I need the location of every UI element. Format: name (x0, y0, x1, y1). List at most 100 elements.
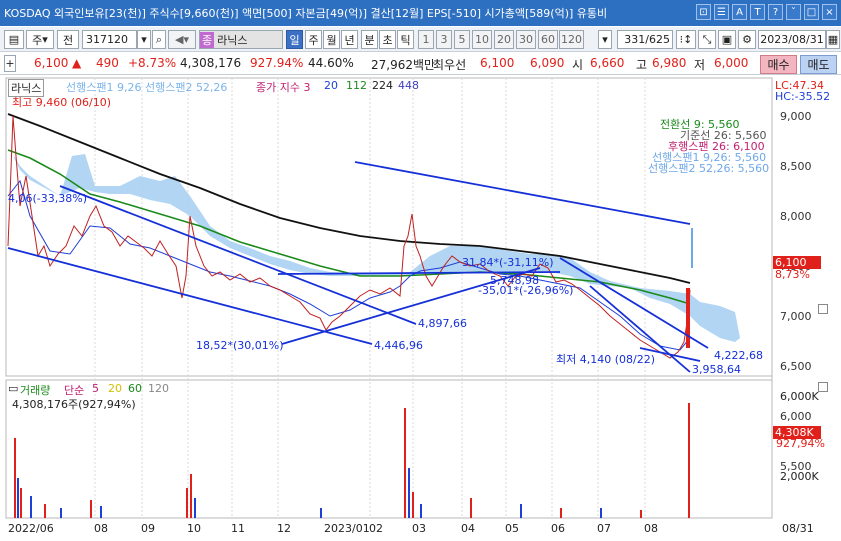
interval-3[interactable]: 3 (436, 30, 452, 49)
volume-bar (60, 508, 62, 518)
sound-icon[interactable]: ◀▾ (168, 30, 196, 49)
price-axis-label: 8,500 (780, 160, 812, 173)
ma-448-legend: 448 (398, 79, 419, 92)
search-icon[interactable]: ⌕ (152, 30, 166, 49)
volume-bar (186, 488, 188, 518)
alltime-low-label: 최저 4,140 (08/22) (556, 353, 656, 366)
code-dropdown-icon[interactable]: ▾ (137, 30, 151, 49)
help-icon[interactable]: ? (768, 4, 783, 20)
quote-row: + 6,100 ▲ 490 +8.73% 4,308,176 927.94% 4… (0, 53, 841, 75)
interval-60[interactable]: 60 (538, 30, 558, 49)
chart-area[interactable]: 9,000 8,500 8,000 7,500 7,000 6,500 6,00… (0, 76, 841, 541)
x-axis-label: 11 (231, 522, 245, 535)
price-axis-label: 7,000 (780, 310, 812, 323)
price-axis-label: 6,000 (780, 410, 812, 423)
calendar-icon[interactable]: ▦ (826, 30, 840, 49)
layout-icon[interactable]: ⊡ (696, 4, 711, 20)
interval-1[interactable]: 1 (418, 30, 434, 49)
open-price: 6,660 (590, 56, 625, 70)
x-axis-label: 10 (187, 522, 201, 535)
volume-ma-60: 60 (128, 382, 142, 395)
volume-bar (640, 510, 642, 518)
price-axis-label: 9,000 (780, 110, 812, 123)
menu-icon[interactable]: ☰ (714, 4, 729, 20)
price-axis-label: 6,500 (780, 360, 812, 373)
page-field[interactable]: 331 /625 (617, 30, 673, 49)
volume-title-icon: ▭ (8, 382, 19, 395)
code-input[interactable]: 317120 (82, 30, 137, 49)
alltime-high-label: 최고 9,460 (06/10) (12, 96, 112, 109)
interval-120[interactable]: 120 (559, 30, 584, 49)
volume-bar (194, 498, 196, 518)
minimize-icon[interactable]: ˇ (786, 4, 801, 20)
volume-bar (17, 478, 19, 518)
settings-icon[interactable]: ⚙ (738, 30, 756, 49)
window-title: KOSDAQ 외국인보유[23(천)] 주식수[9,660(천)] 액면[500… (4, 7, 608, 20)
x-axis-end-label: 08/31 (782, 522, 814, 535)
page-total: /625 (645, 33, 670, 46)
interval-10[interactable]: 10 (472, 30, 492, 49)
ask-price: 6,100 (480, 56, 515, 70)
lagging-span-end (691, 228, 693, 268)
interval-dropdown-icon[interactable]: ▾ (598, 30, 612, 49)
stock-name: 라닉스 (217, 33, 248, 47)
volume-badge-pct: 927,94% (776, 437, 825, 450)
buy-button[interactable]: 매수 (760, 55, 797, 74)
interval-20[interactable]: 20 (494, 30, 514, 49)
volume-bar (14, 438, 16, 518)
volume-ma-20: 20 (108, 382, 122, 395)
x-axis-label: 12 (277, 522, 291, 535)
volume-bar (190, 474, 192, 518)
prev-button[interactable]: 전 (57, 30, 79, 49)
x-axis-label: 09 (141, 522, 155, 535)
maximize-icon[interactable]: □ (804, 4, 819, 20)
volume-value: 4,308,176주(927,94%) (12, 398, 136, 411)
font-a-icon[interactable]: A (732, 4, 747, 20)
x-axis-label: 2022/06 (8, 522, 54, 535)
expand-icon[interactable]: + (4, 55, 16, 72)
x-axis-label: 2023/01 (324, 522, 370, 535)
period-second[interactable]: 초 (379, 30, 396, 49)
interval-30[interactable]: 30 (516, 30, 536, 49)
sell-button[interactable]: 매도 (800, 55, 837, 74)
volume-ma-120: 120 (148, 382, 169, 395)
volume-bar (20, 488, 22, 518)
period-minute[interactable]: 분 (361, 30, 378, 49)
font-t-icon[interactable]: T (750, 4, 765, 20)
price-panel-collapse-icon[interactable] (818, 304, 828, 314)
stock-name-field[interactable]: 종 라닉스 (199, 30, 283, 49)
period-day[interactable]: 일 (286, 30, 303, 49)
span-legend: 선행스팬1 9,26 선행스팬2 52,26 (66, 81, 228, 94)
ichimoku-span2: 선행스팬2 52,26: 5,560 (648, 162, 770, 175)
page-number: 331 (624, 33, 646, 46)
period-week[interactable]: 주 (305, 30, 322, 49)
interval-5[interactable]: 5 (454, 30, 470, 49)
low-label: 저 (694, 58, 706, 72)
ma-20-legend: 20 (324, 79, 338, 92)
annotation: 4,446,96 (374, 339, 423, 352)
date-field[interactable]: 2023/08/31 (758, 30, 826, 49)
period-month[interactable]: 월 (323, 30, 340, 49)
last-candle (686, 288, 690, 348)
close-icon[interactable]: × (822, 4, 837, 20)
volume-bar (600, 508, 602, 518)
best-price-label: 최우선 (433, 58, 467, 72)
market-label: 주 (32, 33, 43, 47)
annotation: 31,84*(-31,11%) (462, 256, 554, 269)
save-icon[interactable]: ▣ (718, 30, 736, 49)
volume-bar (404, 408, 406, 518)
x-axis-label: 04 (461, 522, 475, 535)
volume-panel-collapse-icon[interactable] (818, 382, 828, 392)
period-tick[interactable]: 틱 (397, 30, 414, 49)
period-year[interactable]: 년 (341, 30, 358, 49)
title-bar: KOSDAQ 외국인보유[23(천)] 주식수[9,660(천)] 액면[500… (0, 0, 841, 26)
high-price: 6,980 (652, 56, 687, 70)
list-icon[interactable]: ▤ (4, 30, 24, 49)
price-axis: 9,000 8,500 8,000 7,500 7,000 6,500 6,00… (780, 110, 812, 473)
indicator-icon[interactable]: ⁝↕ (676, 30, 696, 49)
up-arrow-icon: ▲ (72, 56, 82, 70)
zoom-icon[interactable]: ⤡ (698, 30, 716, 49)
volume-bar (420, 504, 422, 518)
volume-bar (688, 403, 690, 518)
market-select[interactable]: 주 ▾ (26, 30, 54, 49)
